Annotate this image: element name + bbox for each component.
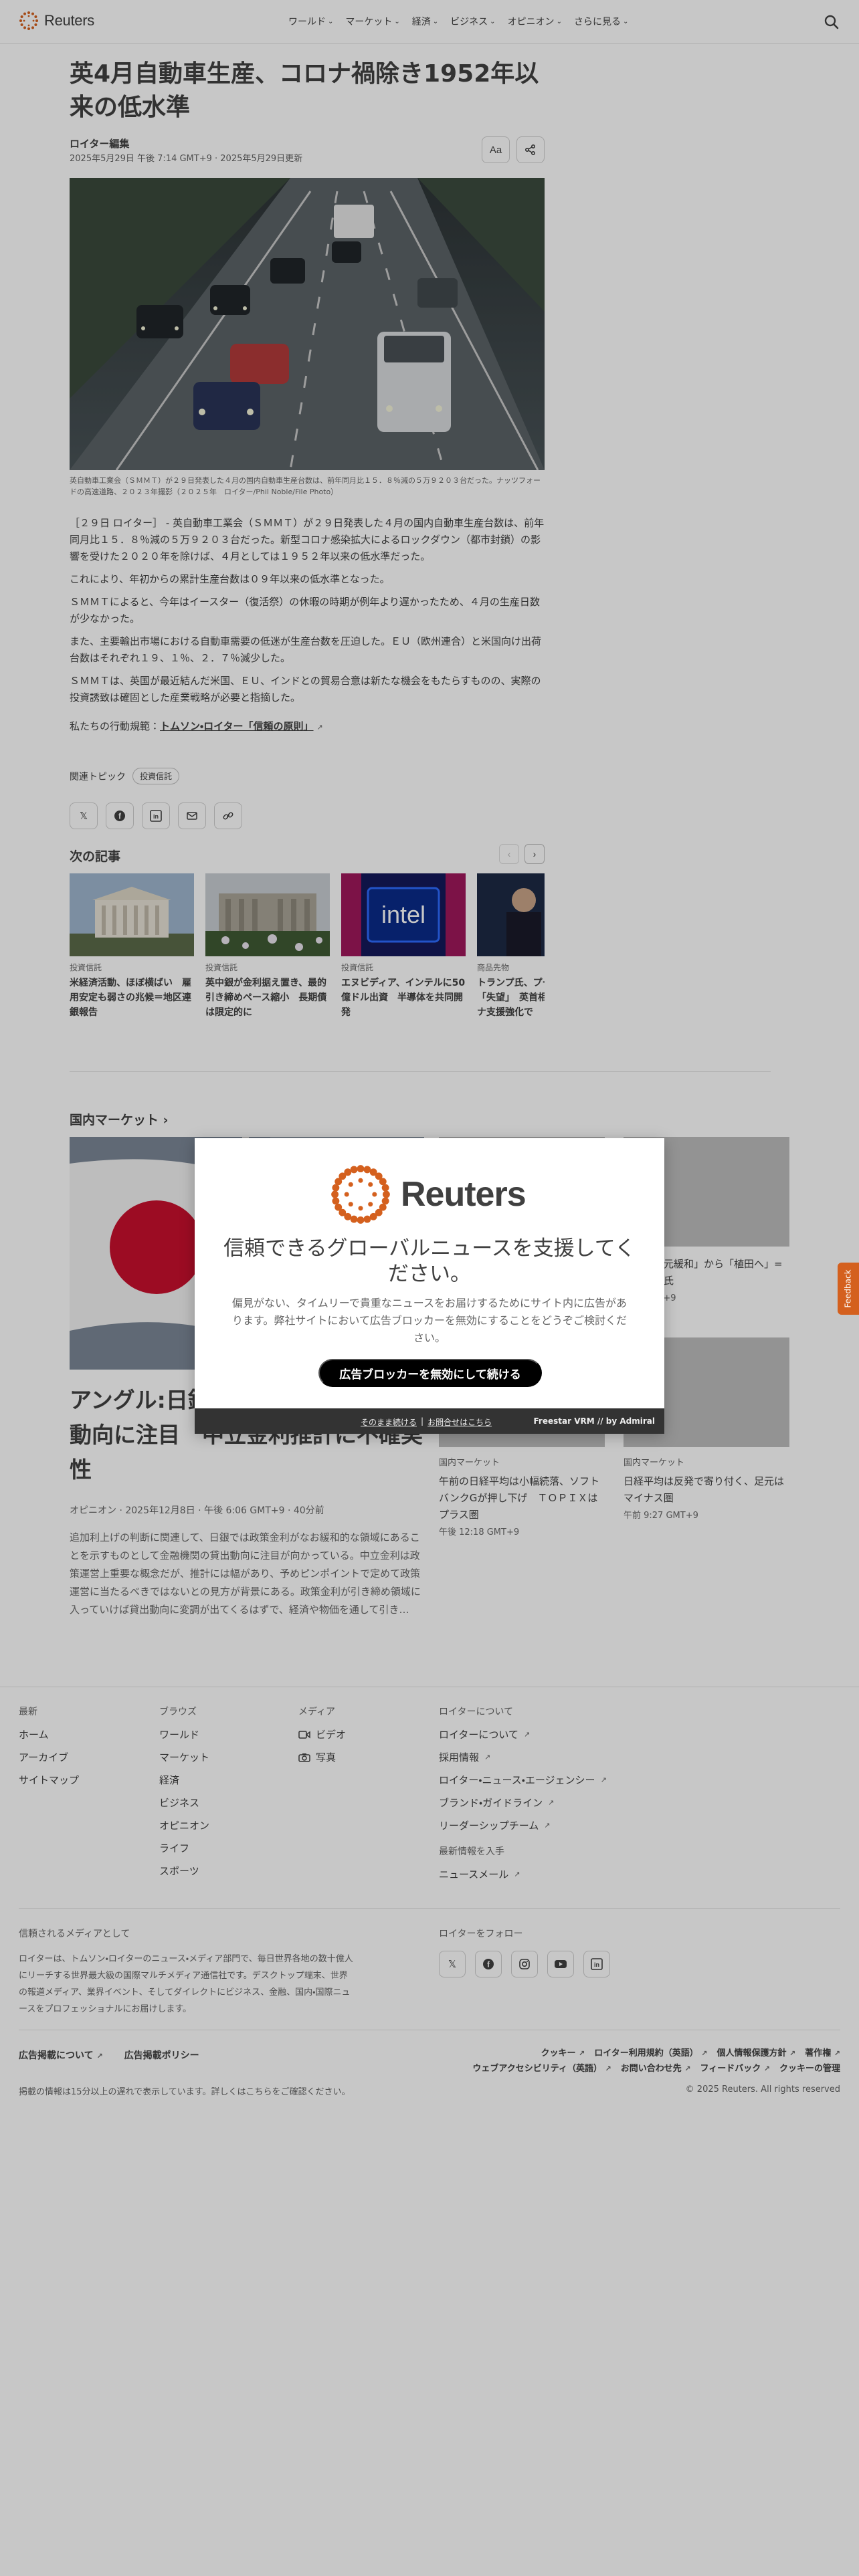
feedback-tab[interactable]: Feedback — [838, 1263, 859, 1315]
adblock-modal: Reuters 信頼できるグローバルニュースを支援してください。 偏見がない、タ… — [195, 1138, 664, 1434]
modal-reuters-logo: Reuters — [328, 1162, 527, 1226]
feedback-label: Feedback — [844, 1269, 853, 1308]
modal-body: 偏見がない、タイムリーで貴重なニュースをお届けするためにサイト内に広告があります… — [231, 1297, 628, 1344]
modal-provider: Freestar VRM // by Admiral — [533, 1416, 656, 1426]
modal-footer-links: そのまま続ける | お問合せはこちら — [361, 1416, 492, 1428]
reuters-logo-mark-icon — [331, 1165, 390, 1224]
modal-title: 信頼できるグローバルニュースを支援してください。 — [223, 1237, 636, 1286]
link-separator: | — [421, 1416, 424, 1426]
modal-footer-bar: そのまま続ける | お問合せはこちら Freestar VRM // by Ad… — [195, 1408, 664, 1434]
continue-anyway-link[interactable]: そのまま続ける — [361, 1416, 417, 1428]
disable-adblock-button[interactable]: 広告ブロッカーを無効にして続ける — [318, 1359, 542, 1387]
contact-us-link[interactable]: お問合せはこちら — [427, 1416, 492, 1428]
modal-brand-name: Reuters — [401, 1175, 527, 1214]
